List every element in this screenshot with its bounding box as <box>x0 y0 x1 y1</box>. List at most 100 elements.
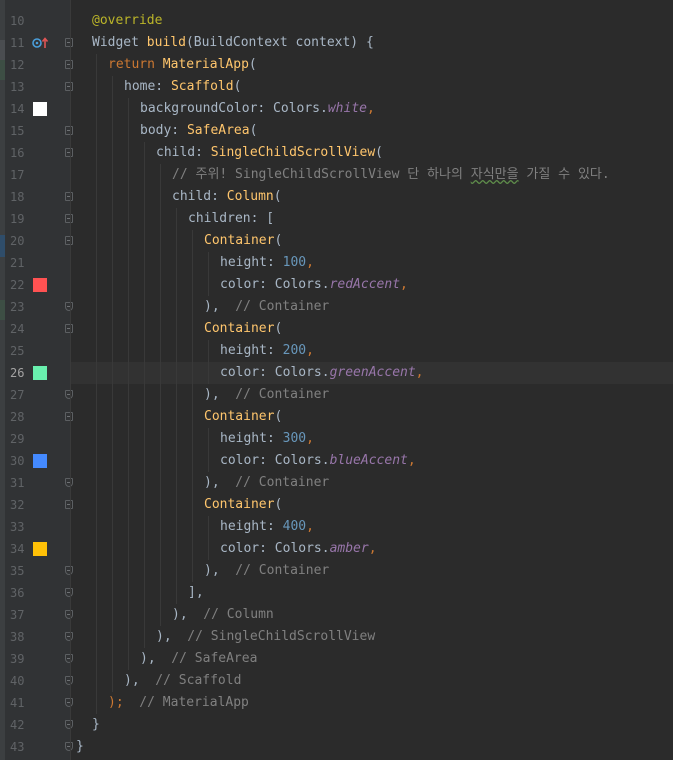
code-line[interactable]: child: Column( <box>71 186 673 208</box>
code-line[interactable]: color: Colors.amber, <box>71 538 673 560</box>
code-token: home: <box>124 79 171 94</box>
indent-guide <box>144 252 145 274</box>
code-line[interactable]: Container( <box>71 318 673 340</box>
indent-guide <box>128 560 129 582</box>
code-line[interactable]: height: 200, <box>71 340 673 362</box>
code-line[interactable]: child: SingleChildScrollView( <box>71 142 673 164</box>
code-line[interactable]: @override <box>71 10 673 32</box>
indent-guide <box>128 494 129 516</box>
code-token: child: <box>172 189 227 204</box>
code-line[interactable]: backgroundColor: Colors.white, <box>71 98 673 120</box>
code-token: 100 <box>282 255 307 270</box>
code-token: ), <box>204 475 220 490</box>
gutter-row: 36 <box>5 582 73 604</box>
code-line[interactable]: Container( <box>71 230 673 252</box>
line-number: 19 <box>10 212 25 226</box>
indent-guide <box>176 384 177 406</box>
indent-guide <box>144 362 145 384</box>
code-line[interactable]: // 주위! SingleChildScrollView 단 하나의 자식만을 … <box>71 164 673 186</box>
code-line[interactable]: return MaterialApp( <box>71 54 673 76</box>
code-token: ), <box>204 299 220 314</box>
color-swatch-icon[interactable] <box>33 366 47 380</box>
code-line[interactable]: } <box>71 714 673 736</box>
gutter-row: 28 <box>5 406 73 428</box>
indent-guide <box>128 604 129 626</box>
code-line[interactable]: ], <box>71 582 673 604</box>
code-line[interactable]: height: 300, <box>71 428 673 450</box>
indent-guide <box>176 582 177 604</box>
code-line[interactable]: ); // MaterialApp <box>71 692 673 714</box>
indent-guide <box>112 296 113 318</box>
code-line[interactable]: color: Colors.greenAccent, <box>71 362 673 384</box>
indent-guide <box>128 230 129 252</box>
code-token: 300 <box>282 431 307 446</box>
color-swatch-icon[interactable] <box>33 542 47 556</box>
code-line[interactable]: height: 100, <box>71 252 673 274</box>
indent-guide <box>144 186 145 208</box>
indent-guide <box>176 296 177 318</box>
code-token: Container <box>204 233 275 248</box>
code-editor[interactable]: 10 11 12 13 14 15 16 17 18 19 20 21 22 23 24 25 26 27 28 29… <box>0 0 673 760</box>
override-icon[interactable] <box>32 36 50 50</box>
code-token: ( <box>274 233 283 248</box>
indent-guide <box>192 494 193 516</box>
code-line[interactable]: ), // SingleChildScrollView <box>71 626 673 648</box>
code-token: ( <box>274 409 283 424</box>
code-line[interactable]: ), // Container <box>71 296 673 318</box>
code-line[interactable]: ), // Container <box>71 384 673 406</box>
indent-guide <box>160 472 161 494</box>
indent-guide <box>144 450 145 472</box>
indent-guide <box>112 318 113 340</box>
indent-guide <box>208 516 209 538</box>
line-number: 35 <box>10 564 25 578</box>
code-line[interactable]: height: 400, <box>71 516 673 538</box>
indent-guide <box>128 384 129 406</box>
indent-guide <box>144 604 145 626</box>
indent-guide <box>192 450 193 472</box>
code-area[interactable]: @override Widget build(BuildContext conte… <box>71 0 673 760</box>
code-token: height: <box>220 519 283 534</box>
indent-guide <box>96 560 97 582</box>
code-line[interactable]: Container( <box>71 406 673 428</box>
code-line[interactable]: Widget build(BuildContext context) { <box>71 32 673 54</box>
code-line[interactable]: color: Colors.blueAccent, <box>71 450 673 472</box>
line-gutter[interactable]: 10 11 12 13 14 15 16 17 18 19 20 21 22 23 24 25 26 27 28 29… <box>5 0 73 760</box>
color-swatch-icon[interactable] <box>33 102 47 116</box>
code-token: ( <box>233 79 242 94</box>
code-token: , <box>415 365 424 380</box>
indent-guide <box>128 208 129 230</box>
code-token: Widget <box>92 35 147 50</box>
code-token: white <box>327 101 367 116</box>
code-token: greenAccent <box>329 365 416 380</box>
gutter-row: 33 <box>5 516 70 538</box>
code-token: ], <box>188 585 204 600</box>
code-line[interactable]: ), // Column <box>71 604 673 626</box>
code-token: Container <box>204 321 275 336</box>
code-token: 가질 수 있다. <box>518 167 610 182</box>
indent-guide <box>96 340 97 362</box>
indent-guide <box>128 450 129 472</box>
code-token: ), <box>156 629 172 644</box>
code-line[interactable]: } <box>71 736 673 758</box>
indent-guide <box>144 560 145 582</box>
code-line[interactable]: children: [ <box>71 208 673 230</box>
code-line[interactable]: Container( <box>71 494 673 516</box>
indent-guide <box>144 230 145 252</box>
indent-guide <box>208 362 209 384</box>
indent-guide <box>144 406 145 428</box>
code-line[interactable]: body: SafeArea( <box>71 120 673 142</box>
code-line[interactable]: ), // Container <box>71 560 673 582</box>
code-line[interactable]: ), // Scaffold <box>71 670 673 692</box>
code-line[interactable]: ), // SafeArea <box>71 648 673 670</box>
code-line[interactable]: color: Colors.redAccent, <box>71 274 673 296</box>
line-number: 43 <box>10 740 25 754</box>
indent-guide <box>96 670 97 692</box>
color-swatch-icon[interactable] <box>33 278 47 292</box>
code-line[interactable]: ), // Container <box>71 472 673 494</box>
code-line[interactable]: home: Scaffold( <box>71 76 673 98</box>
code-token: Scaffold <box>170 79 234 94</box>
gutter-row: 22 <box>5 274 70 296</box>
indent-guide <box>128 406 129 428</box>
color-swatch-icon[interactable] <box>33 454 47 468</box>
line-number: 11 <box>10 36 25 50</box>
